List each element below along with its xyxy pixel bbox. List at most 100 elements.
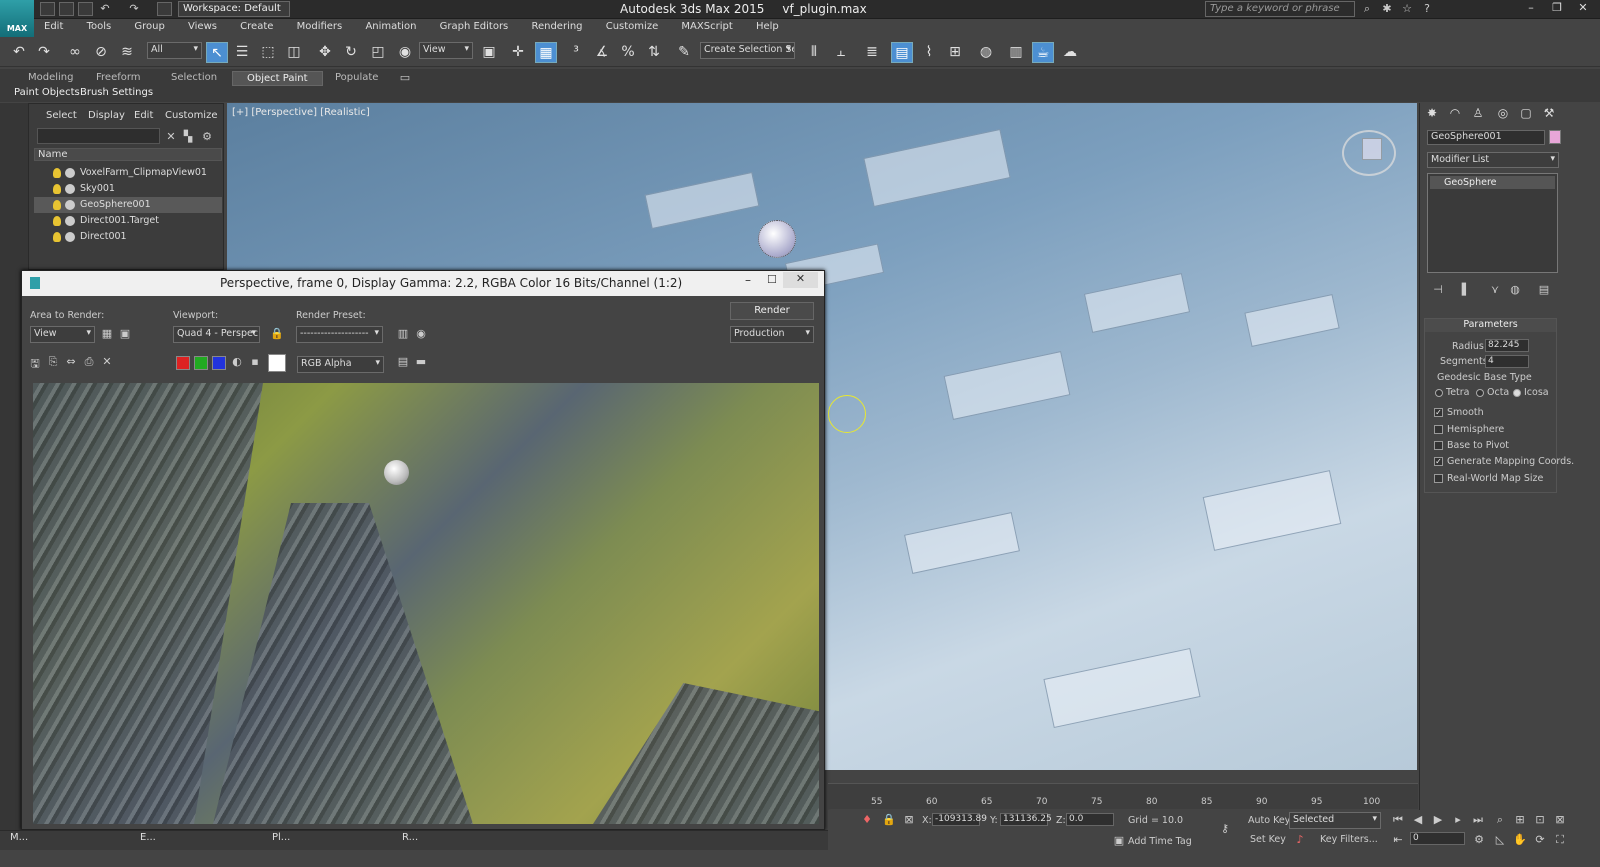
segments-spinner[interactable]: 4 [1485,355,1529,368]
object-name-field[interactable]: GeoSphere001 [1427,130,1545,145]
light-gizmo[interactable] [828,395,866,433]
selection-lock-icon[interactable]: 🔒 [882,813,896,827]
zoom-extents-all-icon[interactable]: ⊠ [1553,813,1567,827]
isolate-selection-icon[interactable]: ♦ [860,813,874,827]
light-bulb-icon[interactable] [53,200,61,210]
clone-window-icon[interactable]: ⇔ [64,355,78,369]
window-crossing-icon[interactable]: ◫ [283,42,305,63]
workspace-dropdown[interactable]: Workspace: Default [178,1,290,17]
configure-sets-icon[interactable]: ▤ [1536,283,1552,297]
light-bulb-icon[interactable] [53,216,61,226]
time-config-icon[interactable]: ⚙ [1472,833,1486,847]
material-editor-icon[interactable]: ◍ [975,42,997,63]
viewport-dropdown[interactable]: Quad 4 - Perspec [173,326,260,343]
viewcube[interactable] [1342,130,1396,176]
place-icon[interactable]: ◉ [394,42,416,63]
brush-settings-tab[interactable]: Brush Settings [80,87,153,98]
monochrome-icon[interactable]: ▪ [248,355,262,369]
unlink-icon[interactable]: ⊘ [90,42,112,63]
auto-region-icon[interactable]: ▣ [118,327,132,341]
render-setup-icon-small[interactable]: ▥ [396,327,410,341]
zoom-extents-icon[interactable]: ⊡ [1533,813,1547,827]
object-color-swatch[interactable] [1549,130,1561,144]
real-world-map-checkbox[interactable] [1434,474,1443,483]
project-folder-icon[interactable] [157,2,172,16]
subscription-icon[interactable]: ✱ [1380,2,1394,16]
undo-button-icon[interactable]: ↶ [8,42,30,63]
copy-image-icon[interactable]: ⎘ [46,355,60,369]
select-by-name-icon[interactable]: ☰ [231,42,253,63]
lock-icon[interactable]: 🔒 [270,327,284,341]
modify-panel-icon[interactable]: ◠ [1446,106,1464,123]
render-window-titlebar[interactable]: Perspective, frame 0, Display Gamma: 2.2… [22,271,824,296]
current-frame-field[interactable]: 0 [1410,832,1465,845]
go-to-start-icon[interactable]: ⏮ [1391,813,1405,827]
pan-view-icon[interactable]: ✋ [1513,833,1527,847]
play-icon[interactable]: ▶ [1431,813,1445,827]
menu-rendering[interactable]: Rendering [521,19,592,34]
save-file-icon[interactable] [78,2,93,16]
green-channel-toggle[interactable] [194,356,208,370]
minimized-window[interactable]: R... [402,832,418,843]
render-minimize-icon[interactable]: – [745,273,751,287]
menu-maxscript[interactable]: MAXScript [671,19,742,34]
explorer-select-icon[interactable]: ▚ [181,130,195,144]
spinner-snap-icon[interactable]: ⇅ [643,42,665,63]
time-tag-icon[interactable]: ▣ [1112,834,1126,848]
paint-objects-tab[interactable]: Paint Objects [14,87,80,98]
key-filters-button[interactable]: Key Filters... [1320,834,1378,845]
save-image-icon[interactable]: 🖫 [28,355,42,370]
geosphere-object[interactable] [758,220,796,258]
reference-coordinate-dropdown[interactable]: View [419,42,473,59]
ribbon-tab-selection[interactable]: Selection [157,71,231,86]
icosa-radio[interactable] [1513,389,1521,397]
menu-help[interactable]: Help [746,19,789,34]
explorer-item[interactable]: VoxelFarm_ClipmapView01 [34,165,222,181]
key-filters-icon[interactable]: ♪ [1293,833,1307,847]
explorer-options-icon[interactable]: ⚙ [200,130,214,144]
explorer-item[interactable]: GeoSphere001 [34,197,222,213]
render-setup-icon[interactable]: ▥ [1005,42,1027,63]
light-bulb-icon[interactable] [53,232,61,242]
orbit-icon[interactable]: ⟳ [1533,833,1547,847]
utilities-panel-icon[interactable]: ⚒ [1540,106,1558,123]
bind-spacewarp-icon[interactable]: ≋ [116,42,138,63]
hemisphere-checkbox[interactable] [1434,425,1443,434]
show-end-result-icon[interactable]: ▌ [1458,283,1474,297]
menu-edit[interactable]: Edit [34,19,73,34]
light-bulb-icon[interactable] [53,184,61,194]
menu-modifiers[interactable]: Modifiers [287,19,353,34]
explorer-find-input[interactable] [37,128,160,144]
auto-key-button[interactable]: Auto Key [1248,815,1290,826]
viewcube-face[interactable] [1362,138,1382,160]
explorer-menu-select[interactable]: Select [46,110,77,121]
rotate-icon[interactable]: ↻ [340,42,362,63]
named-selection-dropdown[interactable]: Create Selection Se [700,42,795,59]
zoom-all-icon[interactable]: ⊞ [1513,813,1527,827]
z-coord-field[interactable]: 0.0 [1066,813,1114,826]
app-logo[interactable]: MAX [0,0,34,37]
ribbon-tab-object-paint[interactable]: Object Paint [232,71,323,86]
menu-tools[interactable]: Tools [77,19,122,34]
zoom-icon[interactable]: ⌕ [1493,813,1507,827]
y-coord-field[interactable]: 131136.25 [1000,813,1052,826]
create-panel-icon[interactable]: ✸ [1423,106,1441,123]
select-object-icon[interactable]: ↖ [206,42,228,63]
close-icon[interactable]: ✕ [1572,1,1594,17]
remove-modifier-icon[interactable]: ◍ [1507,283,1523,297]
explorer-item[interactable]: Direct001 [34,229,222,245]
explorer-menu-display[interactable]: Display [88,110,125,121]
menu-graph-editors[interactable]: Graph Editors [430,19,519,34]
restore-icon[interactable]: ❐ [1546,1,1568,17]
render-close-icon[interactable]: ✕ [783,272,818,288]
red-channel-toggle[interactable] [176,356,190,370]
hierarchy-panel-icon[interactable]: ♙ [1469,106,1487,123]
radius-spinner[interactable]: 82.245 [1485,339,1529,352]
mirror-icon[interactable]: ⫴ [803,42,825,63]
menu-animation[interactable]: Animation [355,19,426,34]
minimize-icon[interactable]: – [1520,1,1542,17]
angle-snap-icon[interactable]: ∡ [591,42,613,63]
key-mode-icon[interactable]: ⇤ [1391,833,1405,847]
minimized-window[interactable]: M... [10,832,28,843]
render-mode-dropdown[interactable]: Production [730,326,814,343]
